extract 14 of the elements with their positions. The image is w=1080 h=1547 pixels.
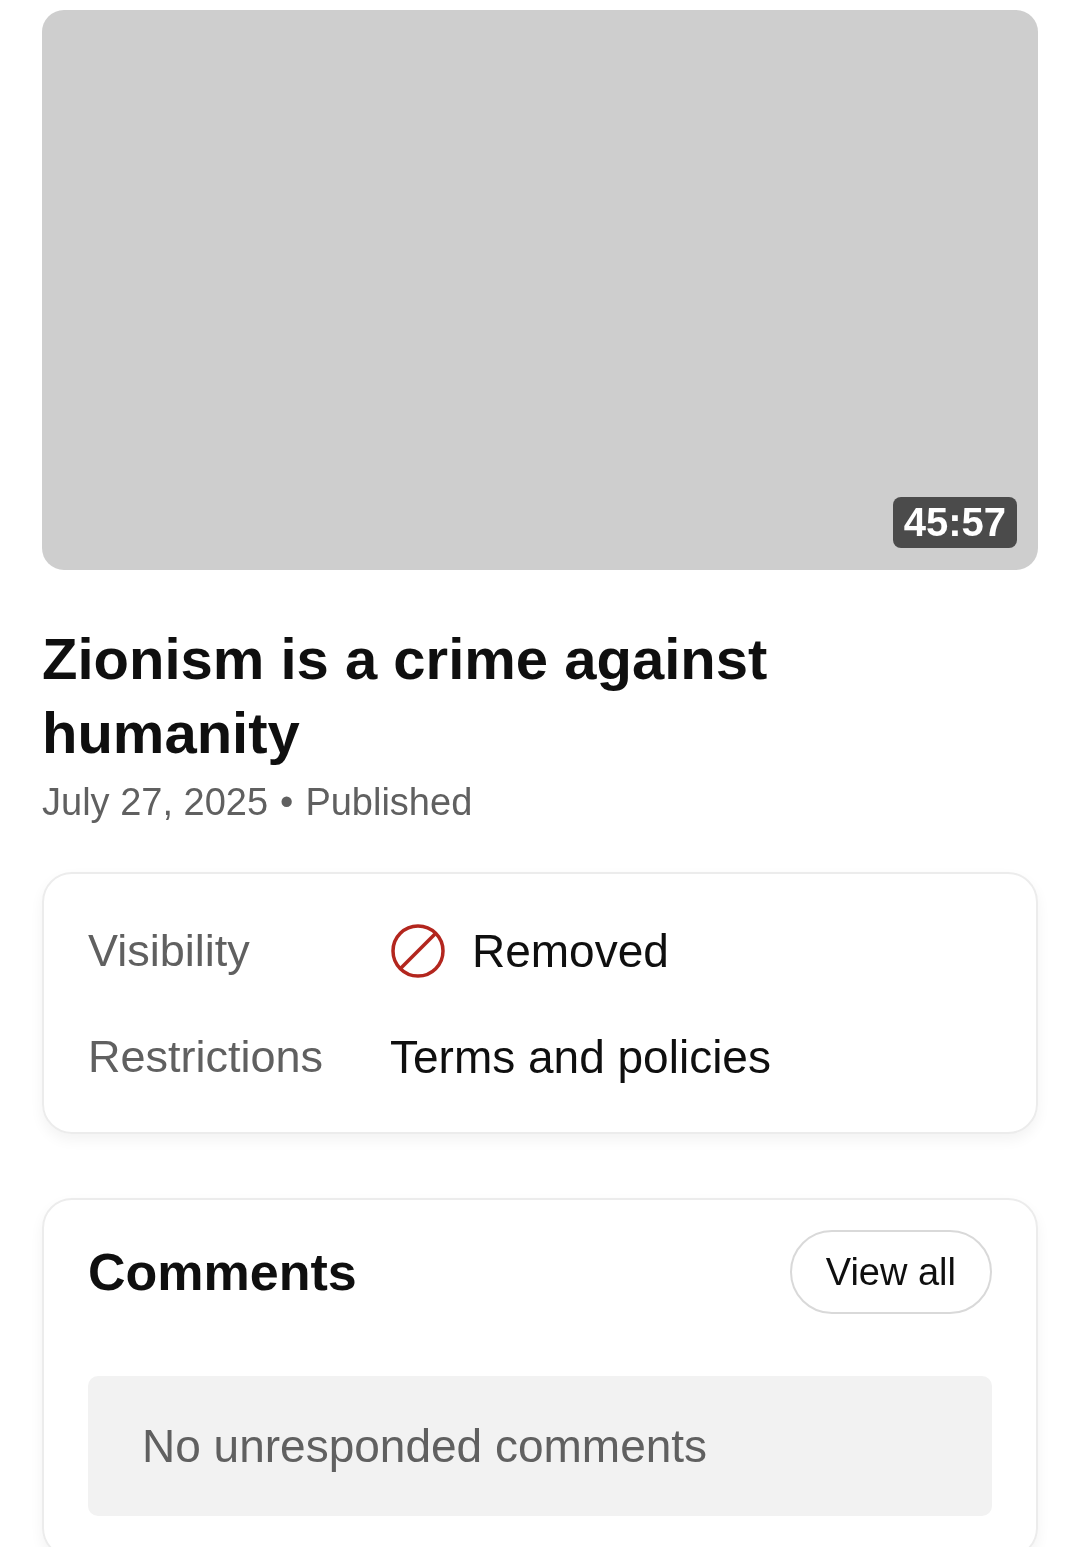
empty-comments-message: No unresponded comments [88, 1376, 992, 1516]
comments-heading: Comments [88, 1242, 357, 1302]
removed-icon [390, 923, 446, 979]
view-all-button[interactable]: View all [789, 1230, 992, 1314]
detail-label: Restrictions [88, 1031, 325, 1083]
video-title: Zionism is a crime against humanity [42, 625, 769, 767]
detail-value: Terms and policies [390, 1030, 771, 1084]
video-thumbnail[interactable]: 45:57 [42, 10, 1038, 570]
detail-value: Removed [472, 924, 669, 978]
publish-status: Published [305, 780, 473, 825]
detail-label: Visibility [88, 925, 251, 977]
separator: • [280, 780, 294, 825]
publish-date: July 27, 2025 [42, 780, 269, 825]
duration-badge: 45:57 [892, 497, 1017, 548]
